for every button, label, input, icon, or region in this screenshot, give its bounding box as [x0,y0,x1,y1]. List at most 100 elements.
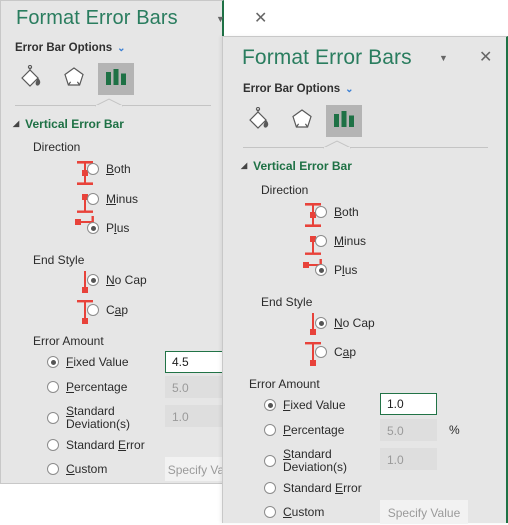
error-bar-options-icon [331,108,357,135]
error-amount-option-percentage[interactable]: Percentage [264,423,344,437]
direction-option-both[interactable]: Both [87,162,131,176]
radio-minus[interactable] [87,193,99,205]
radio-fixed-value[interactable] [264,399,276,411]
fill-line-icon-tab[interactable] [242,105,278,137]
standard-deviation-input[interactable]: 1.0 [165,405,225,427]
error-amount-option-percentage[interactable]: Percentage [47,380,127,394]
panel-1-title-row: Format Error Bars ▼ ✕ [1,1,267,37]
fixed-value-input[interactable]: 4.5 [165,351,225,373]
radio-no-cap[interactable] [87,274,99,286]
close-icon[interactable]: ✕ [254,10,267,26]
error-bar-options-label: Error Bar Options [15,42,113,54]
radio-minus[interactable] [315,235,327,247]
error-amount-option-standard-deviation[interactable]: Standard Deviation(s) [47,405,130,431]
direction-minus-label: Minus [106,192,139,206]
panel-2-error-bar-options-row[interactable]: Error Bar Options ⌄ [243,83,354,95]
direction-plus-label: Plus [334,263,358,277]
chevron-down-icon[interactable]: ⌄ [117,43,125,54]
panel-1-direction-group-label: Direction [33,140,81,154]
direction-both-label: Both [106,162,131,176]
radio-no-cap[interactable] [315,317,327,329]
radio-both[interactable] [315,206,327,218]
effects-icon-tab[interactable] [284,105,320,137]
radio-cap[interactable] [87,304,99,316]
effects-icon-tab[interactable] [56,63,92,95]
panel-menu-chevron-icon[interactable]: ▼ [439,54,448,63]
standard-deviation-input[interactable]: 1.0 [380,448,437,470]
expand-triangle-icon[interactable]: ◢ [13,119,19,128]
error-amount-option-custom[interactable]: Custom [47,462,107,476]
error-amount-percentage-label: Percentage [66,380,128,394]
panel-1-title: Format Error Bars [16,7,178,29]
error-amount-option-fixed-value[interactable]: Fixed Value [264,398,346,412]
close-icon[interactable]: ✕ [479,49,492,65]
panel-2-title-row: Format Error Bars ▼ ✕ [223,37,506,73]
error-bar-options-icon-tab[interactable] [98,63,134,95]
panel-menu-chevron-icon[interactable]: ▼ [216,15,225,24]
section-label: Vertical Error Bar [25,117,124,131]
direction-option-plus[interactable]: Plus [315,263,357,277]
direction-option-minus[interactable]: Minus [87,192,138,206]
effects-icon [289,107,315,136]
radio-fixed-value[interactable] [47,356,59,368]
error-amount-option-custom[interactable]: Custom [264,505,324,519]
end-style-option-cap[interactable]: Cap [87,303,128,317]
direction-option-minus[interactable]: Minus [315,234,366,248]
panel-1-icon-tabs [14,63,140,95]
error-amount-option-fixed-value[interactable]: Fixed Value [47,355,129,369]
direction-option-plus[interactable]: Plus [87,221,129,235]
direction-minus-label: Minus [334,234,367,248]
end-style-option-no-cap[interactable]: No Cap [87,273,147,287]
radio-both[interactable] [87,163,99,175]
fill-line-icon [19,64,45,94]
radio-standard-deviation[interactable] [264,455,276,467]
radio-plus[interactable] [315,264,327,276]
end-style-option-no-cap[interactable]: No Cap [315,316,375,330]
error-amount-custom-label: Custom [66,462,108,476]
error-amount-option-standard-error[interactable]: Standard Error [264,481,362,495]
end-style-cap-label: Cap [106,303,129,317]
end-style-option-cap[interactable]: Cap [315,345,356,359]
expand-triangle-icon[interactable]: ◢ [241,161,247,170]
radio-plus[interactable] [87,222,99,234]
panel-1-end-style-group-label: End Style [33,253,85,267]
radio-standard-error[interactable] [47,439,59,451]
end-style-cap-label: Cap [334,345,357,359]
radio-standard-error[interactable] [264,482,276,494]
radio-custom[interactable] [264,506,276,518]
panel-2-direction-group-label: Direction [261,183,309,197]
radio-percentage[interactable] [264,424,276,436]
format-error-bars-panel-1: Format Error Bars ▼ ✕ Error Bar Options ⌄ [0,0,267,484]
error-amount-custom-label: Custom [283,505,325,519]
error-bar-options-icon-tab[interactable] [326,105,362,137]
error-amount-standard-error-label: Standard Error [66,438,145,452]
end-style-no-cap-label: No Cap [334,316,375,330]
percent-sign-label: % [449,423,460,437]
radio-cap[interactable] [315,346,327,358]
error-amount-option-standard-deviation[interactable]: Standard Deviation(s) [264,448,347,474]
chevron-down-icon[interactable]: ⌄ [345,84,353,95]
error-amount-option-standard-error[interactable]: Standard Error [47,438,145,452]
error-amount-percentage-label: Percentage [283,423,345,437]
panel-1-vertical-error-bar-section-header[interactable]: ◢ Vertical Error Bar [13,117,124,131]
percentage-input[interactable]: 5.0 [380,419,437,441]
direction-option-both[interactable]: Both [315,205,359,219]
error-amount-fixed-value-label: Fixed Value [283,398,346,412]
panel-1-error-bar-options-row[interactable]: Error Bar Options ⌄ [15,42,126,54]
radio-standard-deviation[interactable] [47,412,59,424]
panel-2-tab-separator [243,147,488,148]
panel-2-vertical-error-bar-section-header[interactable]: ◢ Vertical Error Bar [241,159,352,173]
percentage-input[interactable]: 5.0 [165,376,225,398]
specify-value-button[interactable]: Specify Value [380,500,468,524]
panel-2-icon-tabs [242,105,368,137]
error-bar-options-label: Error Bar Options [243,83,341,95]
fill-line-icon-tab[interactable] [14,63,50,95]
direction-plus-label: Plus [106,221,130,235]
radio-percentage[interactable] [47,381,59,393]
panel-2-error-amount-group-label: Error Amount [249,377,320,391]
fixed-value-input[interactable]: 1.0 [380,393,437,415]
panel-1-error-amount-group-label: Error Amount [33,334,104,348]
section-label: Vertical Error Bar [253,159,352,173]
error-amount-standard-error-label: Standard Error [283,481,362,495]
radio-custom[interactable] [47,463,59,475]
